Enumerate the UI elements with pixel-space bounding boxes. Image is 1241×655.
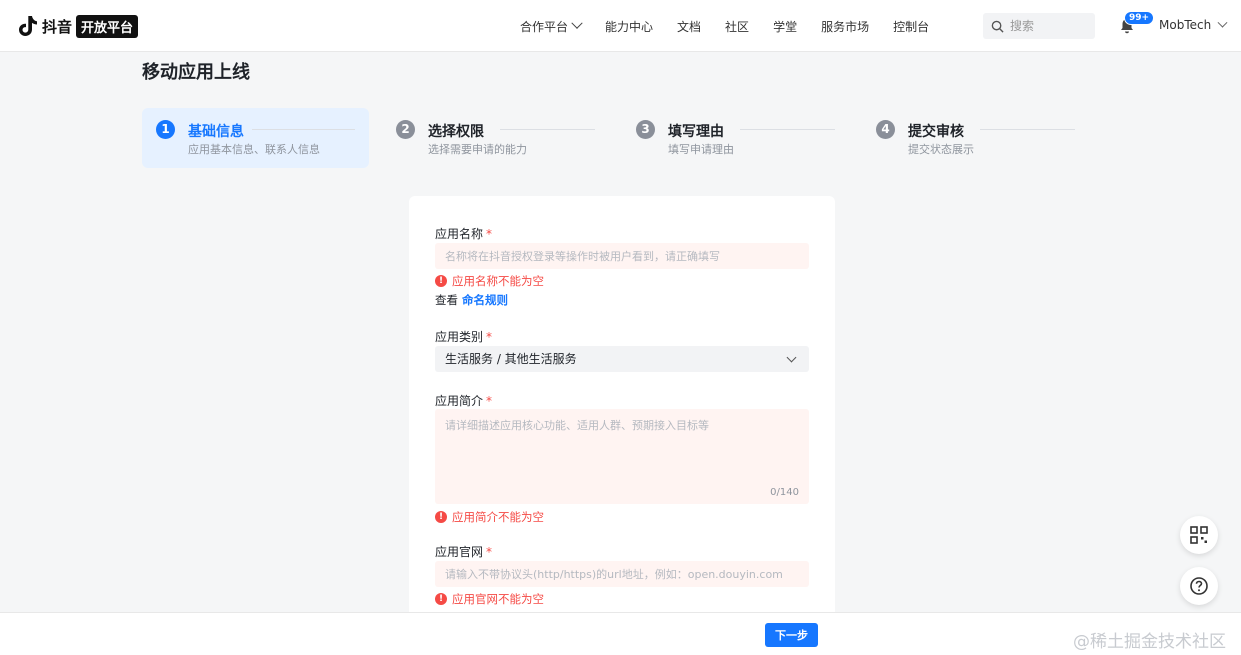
nav-item-community[interactable]: 社区 [725,18,749,35]
nav-item-console[interactable]: 控制台 [893,18,929,35]
page-title: 移动应用上线 [142,62,250,83]
nav-label: 控制台 [893,19,930,34]
logo[interactable]: 抖音 开放平台 [18,14,139,38]
form-card: 应用名称* ! 应用名称不能为空 查看命名规则 应用类别* 生活服务 / 其他生… [409,196,835,626]
error-icon: ! [435,511,447,523]
step-title: 填写理由 [668,124,724,140]
step-basic-info[interactable]: 1 基础信息 应用基本信息、联系人信息 [142,108,369,168]
label-text: 应用名称 [435,227,484,241]
nav-label: 文档 [677,19,702,34]
step-title: 选择权限 [428,124,484,140]
rule-prefix: 查看 [435,293,458,307]
error-text: 应用名称不能为空 [452,274,544,288]
step-number: 2 [396,120,415,139]
help-button[interactable] [1180,567,1218,605]
search-box[interactable] [983,13,1095,39]
naming-rule-hint: 查看 命名规则 [435,292,508,308]
required-mark: * [486,394,493,408]
step-divider [740,129,835,130]
app-website-field[interactable] [435,561,809,587]
app-intro-field[interactable]: 0/140 [435,409,809,504]
app-name-label: 应用名称 * [435,225,492,242]
nav-item-capabilities[interactable]: 能力中心 [605,18,653,35]
user-name: MobTech [1159,18,1212,32]
nav-label: 学堂 [773,19,798,34]
naming-rule-link[interactable]: 命名规则 [462,293,508,307]
step-fill-reason[interactable]: 3 填写理由 填写申请理由 [622,108,849,168]
step-divider [500,129,595,130]
step-subtitle: 提交状态展示 [908,143,974,156]
main-nav: 合作平台 能力中心 文档 社区 学堂 服务市场 控制台 [520,0,953,52]
step-select-permissions[interactable]: 2 选择权限 选择需要申请的能力 [382,108,609,168]
watermark: @稀土掘金技术社区 [1073,632,1226,652]
app-website-input[interactable] [435,561,809,587]
step-divider [980,129,1075,130]
nav-label: 合作平台 [520,19,569,34]
chevron-down-icon [786,352,797,363]
notification-badge: 99+ [1124,11,1155,25]
error-icon: ! [435,593,447,605]
logo-text: 抖音 [42,17,73,36]
app-website-error: ! 应用官网不能为空 [435,591,544,607]
nav-item-docs[interactable]: 文档 [677,18,701,35]
error-text: 应用简介不能为空 [452,510,544,524]
label-text: 应用官网 [435,545,484,559]
douyin-logo-icon [19,16,37,36]
top-header: 抖音 开放平台 合作平台 能力中心 文档 社区 学堂 服务市场 控制台 99+ … [0,0,1241,52]
user-menu[interactable]: MobTech [1159,17,1228,32]
required-mark: * [486,330,493,344]
app-category-select[interactable]: 生活服务 / 其他生活服务 [435,346,809,372]
qr-code-button[interactable] [1180,516,1218,554]
app-website-label: 应用官网 * [435,543,492,560]
logo-badge: 开放平台 [76,14,139,38]
question-icon [1190,577,1208,595]
chevron-down-icon [1217,17,1228,28]
stepper: 1 基础信息 应用基本信息、联系人信息 2 选择权限 选择需要申请的能力 3 填… [142,108,1082,168]
step-title: 提交审核 [908,124,964,140]
error-icon: ! [435,275,447,287]
select-value: 生活服务 / 其他生活服务 [445,352,577,366]
step-divider [252,129,355,130]
step-number: 4 [876,120,895,139]
step-subtitle: 选择需要申请的能力 [428,143,527,156]
app-intro-error: ! 应用简介不能为空 [435,509,544,525]
label-text: 应用简介 [435,394,484,408]
nav-label: 服务市场 [821,19,870,34]
chevron-down-icon [571,17,583,29]
step-number: 3 [636,120,655,139]
nav-item-market[interactable]: 服务市场 [821,18,869,35]
nav-item-cooperation[interactable]: 合作平台 [520,17,583,35]
app-intro-textarea[interactable] [435,409,809,504]
required-mark: * [486,545,493,559]
qr-code-icon [1190,526,1208,544]
step-submit-review[interactable]: 4 提交审核 提交状态展示 [862,108,1089,168]
step-number: 1 [156,120,175,139]
nav-label: 能力中心 [605,19,654,34]
next-step-button[interactable]: 下一步 [765,623,818,647]
nav-item-academy[interactable]: 学堂 [773,18,797,35]
error-text: 应用官网不能为空 [452,592,544,606]
app-category-label: 应用类别 * [435,328,492,345]
char-counter: 0/140 [770,487,799,498]
step-subtitle: 应用基本信息、联系人信息 [188,143,320,156]
app-name-input[interactable] [435,243,809,269]
app-name-field[interactable] [435,243,809,269]
label-text: 应用类别 [435,330,484,344]
app-name-error: ! 应用名称不能为空 [435,273,544,289]
nav-label: 社区 [725,19,750,34]
step-subtitle: 填写申请理由 [668,143,734,156]
search-input[interactable] [1010,19,1090,33]
step-title: 基础信息 [188,124,244,140]
required-mark: * [486,227,493,241]
search-icon [991,20,1004,33]
footer-bar: 下一步 @稀土掘金技术社区 [0,612,1241,655]
app-intro-label: 应用简介 * [435,392,492,409]
